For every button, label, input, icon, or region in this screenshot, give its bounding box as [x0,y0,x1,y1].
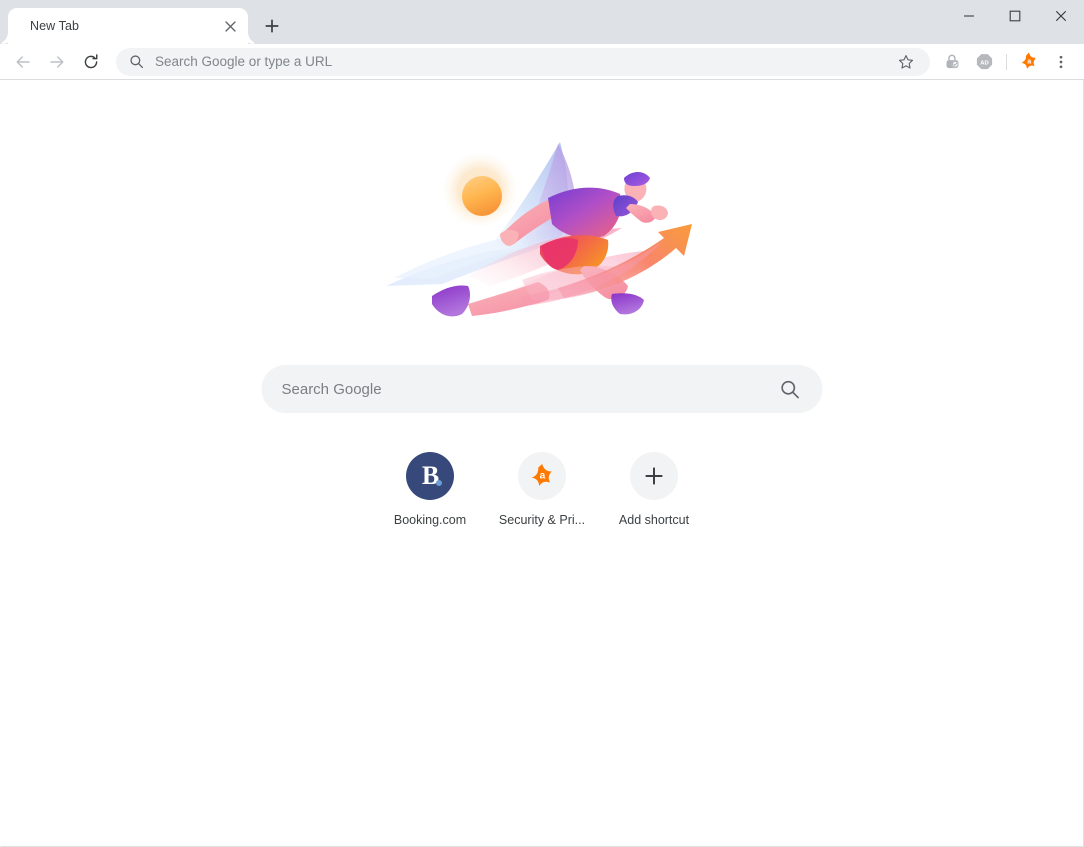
shortcut-label: Booking.com [393,513,467,527]
shortcut-label: Security & Pri... [498,513,586,527]
three-dot-menu-icon[interactable] [1047,48,1075,76]
omnibox[interactable]: Search Google or type a URL [116,47,930,76]
new-tab-icon[interactable] [258,12,286,40]
svg-text:a: a [540,471,546,482]
back-arrow-icon[interactable] [8,47,38,77]
search-icon [129,54,144,69]
shortcut-add[interactable]: Add shortcut [598,452,710,527]
search-input[interactable]: Search Google [282,381,780,398]
search-icon[interactable] [780,379,801,400]
omnibox-input[interactable]: Search Google or type a URL [155,54,894,69]
running-figure-illustration [372,128,712,328]
shortcut-label: Add shortcut [618,513,690,527]
chrome-browser-window: New Tab Search Google or type a URL AD a… [0,0,1084,847]
reload-icon[interactable] [76,47,106,77]
avast-logo-icon[interactable]: a [1015,48,1043,76]
shortcut-security-privacy[interactable]: a Security & Pri... [486,452,598,527]
avast-logo-icon: a [518,452,566,500]
forward-arrow-icon[interactable] [42,47,72,77]
maximize-icon[interactable] [992,0,1038,32]
ad-block-label: AD [980,60,989,66]
lock-check-icon[interactable] [938,48,966,76]
search-box[interactable]: Search Google [261,365,823,413]
tab-title: New Tab [30,19,80,33]
booking-dot [436,480,442,486]
toolbar-divider [1006,53,1007,70]
browser-toolbar: Search Google or type a URL AD a [0,44,1084,80]
tab-strip: New Tab [0,0,1084,44]
plus-icon [630,452,678,500]
booking-logo-icon: B [406,452,454,500]
ad-block-icon[interactable]: AD [970,48,998,76]
close-icon[interactable] [1038,0,1084,32]
shortcut-booking[interactable]: B Booking.com [374,452,486,527]
tab-new-tab[interactable]: New Tab [8,8,248,44]
new-tab-page: Search Google B Booking.com a Security &… [0,80,1084,847]
star-icon[interactable] [894,50,918,74]
close-tab-icon[interactable] [220,16,240,36]
minimize-icon[interactable] [946,0,992,32]
window-controls [946,0,1084,32]
shortcut-tiles: B Booking.com a Security & Pri... Add sh… [374,452,710,527]
